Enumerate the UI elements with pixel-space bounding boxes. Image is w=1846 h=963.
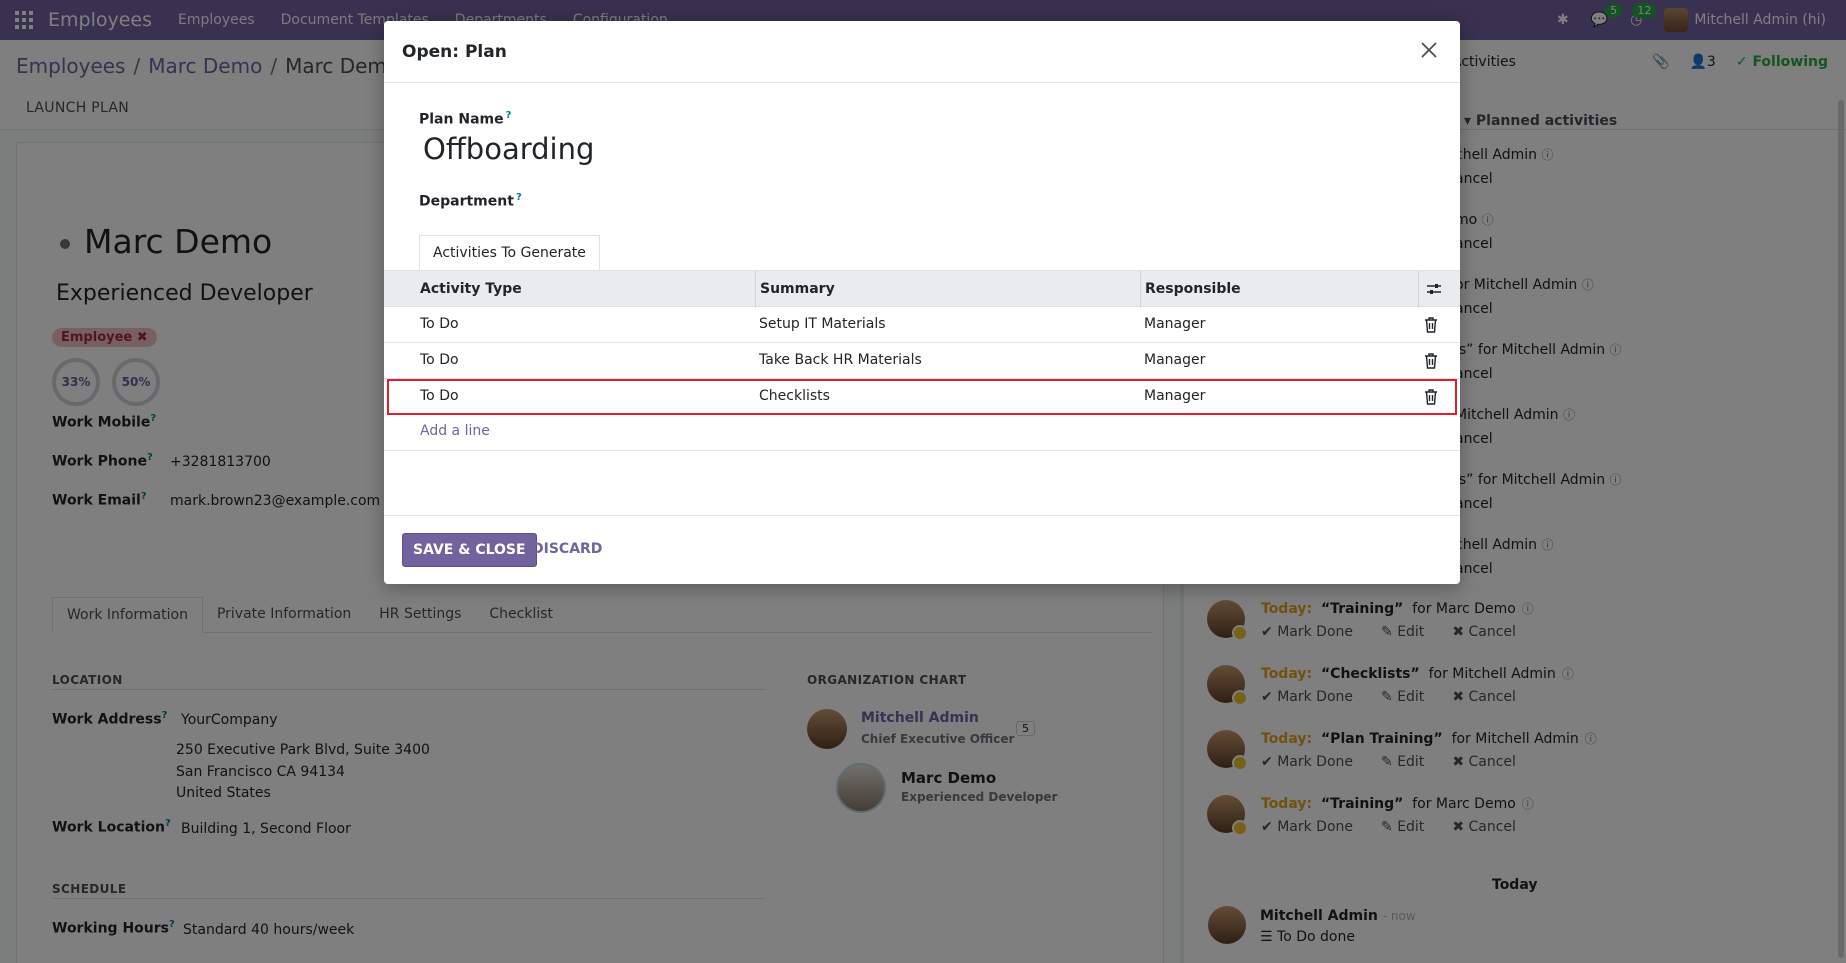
- table-row[interactable]: To Do Setup IT Materials Manager: [384, 307, 1460, 343]
- cell-summary[interactable]: Setup IT Materials: [759, 316, 886, 332]
- optional-columns-icon[interactable]: [1426, 281, 1442, 301]
- column-divider: [1418, 271, 1419, 308]
- trash-icon[interactable]: [1424, 353, 1438, 369]
- cell-responsible[interactable]: Manager: [1144, 388, 1205, 404]
- tab-activities-to-generate[interactable]: Activities To Generate: [419, 235, 600, 271]
- department-label: Department?: [419, 192, 522, 210]
- column-divider: [1140, 271, 1141, 308]
- column-summary[interactable]: Summary: [760, 281, 835, 297]
- table-row-selected[interactable]: To Do Checklists Manager: [387, 379, 1457, 415]
- divider: [384, 515, 1460, 516]
- column-divider: [755, 271, 756, 308]
- cell-summary[interactable]: Take Back HR Materials: [759, 352, 922, 368]
- table-row[interactable]: To Do Take Back HR Materials Manager: [384, 343, 1460, 379]
- plan-name-label: Plan Name?: [419, 110, 512, 128]
- activities-table: Activity Type Summary Responsible To Do …: [384, 270, 1460, 415]
- cell-responsible[interactable]: Manager: [1144, 316, 1205, 332]
- cell-activity-type[interactable]: To Do: [420, 388, 459, 404]
- table-header: Activity Type Summary Responsible: [384, 270, 1460, 308]
- plan-name-input[interactable]: Offboarding: [423, 132, 594, 166]
- dialog-title: Open: Plan: [402, 42, 507, 62]
- cell-activity-type[interactable]: To Do: [420, 316, 459, 332]
- plan-dialog: Open: Plan Plan Name? Offboarding Depart…: [384, 21, 1460, 584]
- close-icon[interactable]: [1418, 39, 1440, 61]
- add-line-link[interactable]: Add a line: [420, 423, 490, 439]
- dialog-header: Open: Plan: [384, 21, 1460, 83]
- cell-summary[interactable]: Checklists: [759, 388, 830, 404]
- discard-button[interactable]: DISCARD: [532, 541, 602, 557]
- divider: [384, 450, 1460, 451]
- cell-responsible[interactable]: Manager: [1144, 352, 1205, 368]
- trash-icon[interactable]: [1424, 317, 1438, 333]
- column-activity-type[interactable]: Activity Type: [420, 281, 522, 297]
- cell-activity-type[interactable]: To Do: [420, 352, 459, 368]
- column-responsible[interactable]: Responsible: [1145, 281, 1241, 297]
- save-close-button[interactable]: SAVE & CLOSE: [402, 533, 537, 567]
- trash-icon[interactable]: [1424, 389, 1438, 405]
- department-field[interactable]: [534, 181, 1414, 213]
